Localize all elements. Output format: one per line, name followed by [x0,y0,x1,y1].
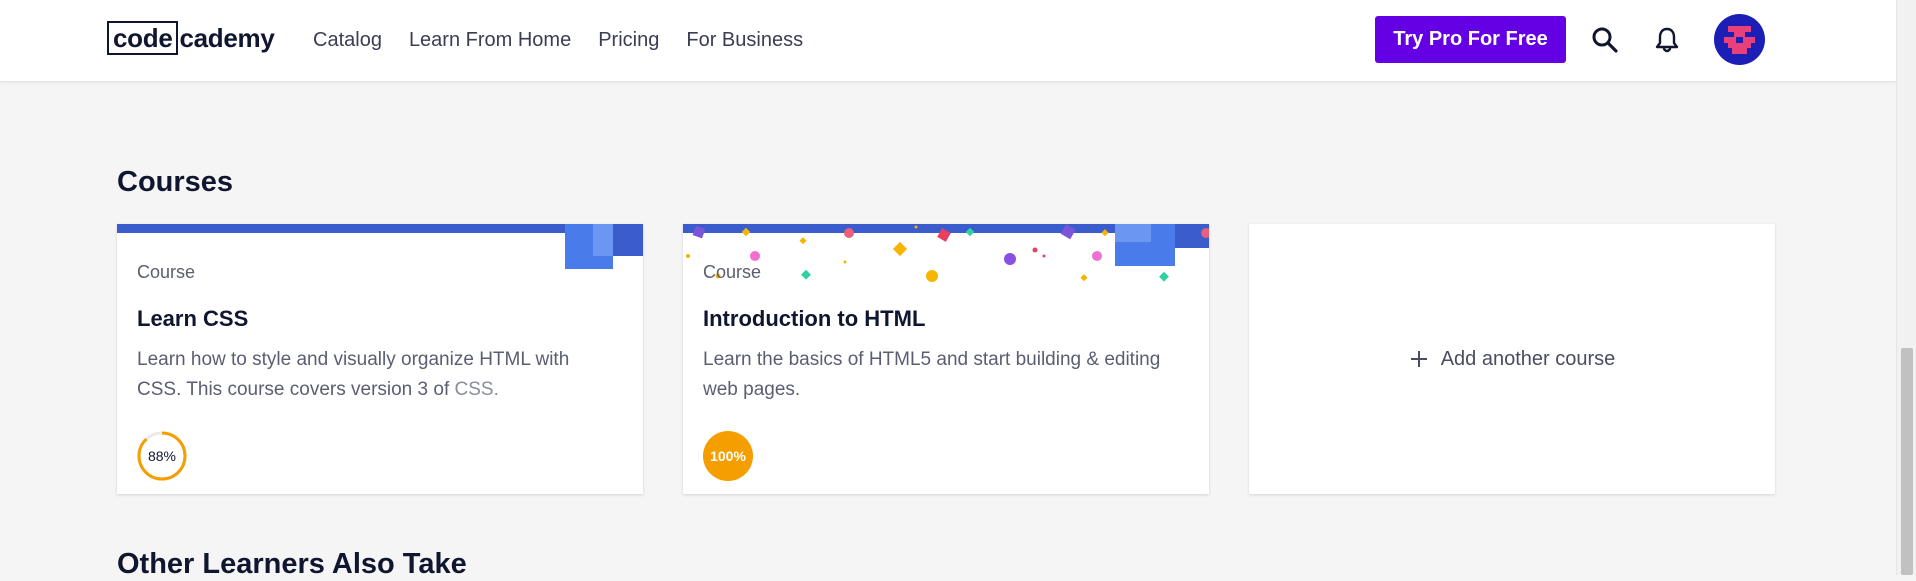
top-header: code cademy Catalog Learn From Home Prici… [0,0,1896,82]
nav-for-business[interactable]: For Business [686,29,803,52]
bell-icon [1655,27,1679,53]
nav-pricing[interactable]: Pricing [598,29,659,52]
course-title: Introduction to HTML [703,306,926,331]
course-card-learn-css[interactable]: Course Learn CSS Learn how to style and … [117,224,643,494]
course-title: Learn CSS [137,306,249,331]
nav-catalog[interactable]: Catalog [313,29,382,52]
add-course-button[interactable]: Add another course [1409,347,1616,371]
logo-text: cademy [179,23,275,53]
plus-icon [1410,351,1427,367]
logo-boxed-text: code [107,21,179,55]
add-course-label: Add another course [1440,347,1616,370]
page-scrollbar[interactable] [1896,0,1916,575]
course-banner [117,224,643,269]
search-icon [1592,27,1618,53]
courses-heading: Courses [117,166,234,198]
search-button[interactable] [1587,22,1623,58]
add-course-card[interactable]: Add another course [1249,224,1775,494]
course-type-label: Course [703,262,762,282]
main-nav: Catalog Learn From Home Pricing For Busi… [313,0,830,81]
course-banner-confetti [683,224,1209,282]
course-card-intro-html[interactable]: Course Introduction to HTML Learn the ba… [683,224,1209,494]
svg-text:88%: 88% [148,448,176,464]
scrollbar-thumb[interactable] [1901,348,1913,575]
nav-learn-from-home[interactable]: Learn From Home [409,29,571,52]
course-description: Learn the basics of HTML5 and start buil… [703,349,1161,400]
user-avatar[interactable] [1714,14,1765,65]
progress-complete-badge: 100% [703,431,753,481]
try-pro-button[interactable]: Try Pro For Free [1375,16,1566,63]
codecademy-logo[interactable]: code cademy [107,20,275,56]
notifications-button[interactable] [1649,22,1685,58]
other-learners-heading: Other Learners Also Take [117,548,467,580]
course-description: Learn how to style and visually organize… [137,349,570,400]
svg-text:100%: 100% [710,448,746,464]
course-type-label: Course [137,262,196,282]
progress-ring: 88% [137,431,187,481]
avatar-pixel-icon [1724,26,1755,54]
